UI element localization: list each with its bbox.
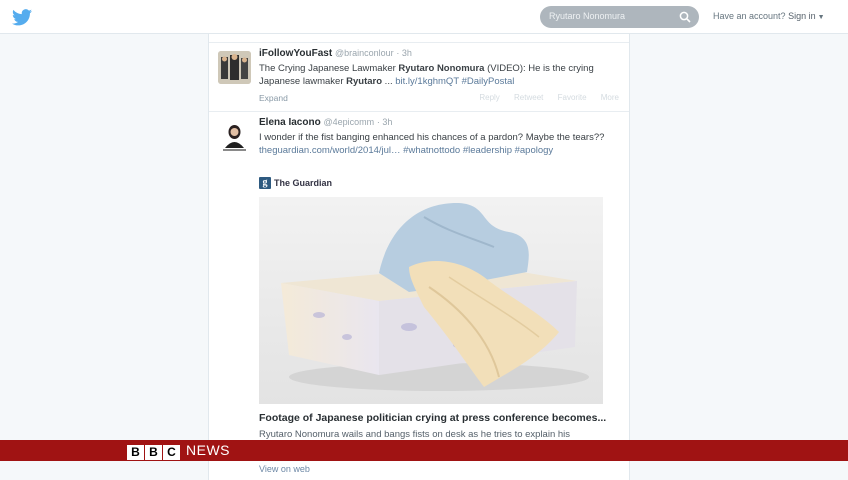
more-button[interactable]: More: [601, 93, 619, 102]
expand-link[interactable]: Expand: [259, 93, 288, 103]
account-prompt: Have an account?: [713, 11, 786, 21]
author-name[interactable]: Elena Iacono: [259, 117, 321, 128]
twitter-bird-icon[interactable]: [12, 9, 32, 26]
tweet-timeline: iFollowYouFast @brainconlour · 3h The Cr…: [208, 34, 630, 480]
bbc-logo-letter: C: [163, 445, 180, 460]
search-icon[interactable]: [679, 11, 691, 23]
reply-button[interactable]: Reply: [479, 93, 499, 102]
tweet-time[interactable]: 3h: [382, 117, 392, 127]
tweet-actions: Reply Retweet Favorite More: [467, 93, 619, 102]
author-name[interactable]: iFollowYouFast: [259, 48, 332, 59]
hashtag-link[interactable]: #DailyPostal: [462, 76, 515, 87]
tweet-time[interactable]: 3h: [402, 48, 412, 58]
card-source-name: The Guardian: [274, 177, 333, 188]
tweet-link[interactable]: bit.ly/1kghmQT: [395, 76, 459, 87]
tweet-item[interactable]: iFollowYouFast @brainconlour · 3h The Cr…: [209, 42, 629, 110]
card-description: Ryutaro Nonomura wails and bangs fists o…: [259, 429, 571, 440]
sign-in-link[interactable]: Sign in: [788, 11, 816, 21]
account-menu[interactable]: Have an account? Sign in ▼: [713, 11, 825, 21]
view-on-web-link[interactable]: View on web: [259, 464, 310, 474]
search-field[interactable]: Ryutaro Nonomura: [540, 6, 699, 28]
top-navigation-bar: Ryutaro Nonomura Have an account? Sign i…: [0, 0, 848, 34]
hashtag-links[interactable]: #whatnottodo #leadership #apology: [403, 145, 553, 156]
tweet-link[interactable]: theguardian.com/world/2014/jul…: [259, 145, 401, 156]
avatar[interactable]: [218, 120, 251, 153]
card-source[interactable]: g The Guardian: [259, 174, 333, 189]
guardian-logo-icon: g: [259, 176, 271, 189]
card-headline[interactable]: Footage of Japanese politician crying at…: [259, 412, 606, 424]
tweet-text: I wonder if the fist banging enhanced hi…: [259, 132, 605, 156]
tweet-header: Elena Iacono @4epicomm · 3h: [259, 117, 393, 128]
retweet-button[interactable]: Retweet: [514, 93, 543, 102]
tweet-text: The Crying Japanese Lawmaker Ryutaro Non…: [259, 63, 594, 87]
card-image-tissue-box[interactable]: [259, 197, 603, 404]
avatar[interactable]: [218, 51, 251, 84]
tweet-header: iFollowYouFast @brainconlour · 3h: [259, 48, 412, 59]
favorite-button[interactable]: Favorite: [558, 93, 587, 102]
author-handle[interactable]: @brainconlour: [335, 48, 394, 58]
chevron-down-icon[interactable]: ▼: [818, 14, 825, 21]
bbc-logo-letter: B: [145, 445, 162, 460]
bbc-logo-letter: B: [127, 445, 144, 460]
author-handle[interactable]: @4epicomm: [323, 117, 374, 127]
bbc-news-logo: B B C NEWS: [127, 442, 230, 460]
bbc-news-label: NEWS: [186, 442, 230, 458]
search-placeholder: Ryutaro Nonomura: [549, 11, 626, 21]
tweet-item[interactable]: Elena Iacono @4epicomm · 3h I wonder if …: [209, 111, 629, 480]
